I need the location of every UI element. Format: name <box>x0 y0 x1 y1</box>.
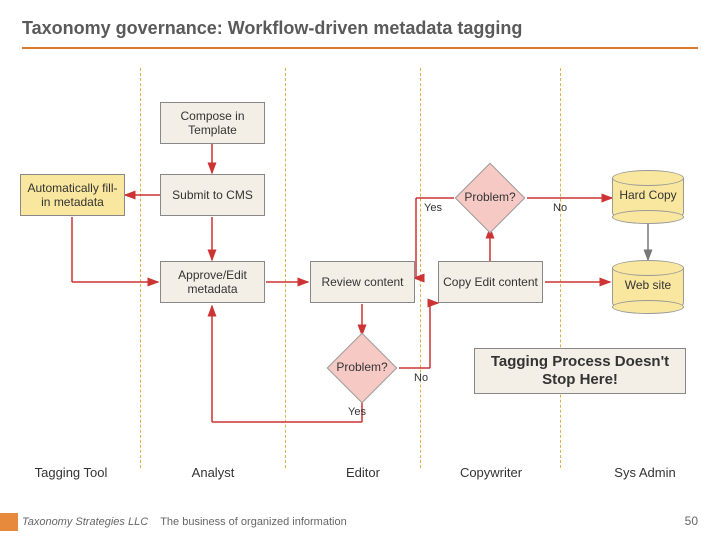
role-copywriter: Copywriter <box>436 465 546 480</box>
role-sysadmin: Sys Admin <box>590 465 700 480</box>
footer-company: Taxonomy Strategies LLC <box>22 516 148 528</box>
node-problem-bot: Problem? <box>326 338 398 398</box>
lane-divider <box>285 68 286 468</box>
edge-label-yes-bot: Yes <box>348 406 366 418</box>
website-label: Web site <box>612 278 684 292</box>
node-auto-fill: Automatically fill-in metadata <box>20 174 125 216</box>
page-title: Taxonomy governance: Workflow-driven met… <box>0 0 720 47</box>
page-number: 50 <box>685 514 698 528</box>
title-rule <box>22 47 698 49</box>
problem-top-label: Problem? <box>454 190 526 204</box>
role-tagging-tool: Tagging Tool <box>16 465 126 480</box>
lane-divider <box>420 68 421 468</box>
role-editor: Editor <box>308 465 418 480</box>
edge-label-no-top: No <box>553 202 567 214</box>
edge-label-no-bot: No <box>414 372 428 384</box>
node-website: Web site <box>612 258 684 312</box>
lane-divider <box>560 68 561 468</box>
hardcopy-label: Hard Copy <box>612 188 684 202</box>
diagram-canvas: Compose in Template Automatically fill-i… <box>0 50 720 540</box>
edge-label-yes-top: Yes <box>424 202 442 214</box>
footer-accent-icon <box>0 513 18 531</box>
callout-box: Tagging Process Doesn't Stop Here! <box>474 348 686 394</box>
node-submit: Submit to CMS <box>160 174 265 216</box>
lane-divider <box>140 68 141 468</box>
node-copyedit: Copy Edit content <box>438 261 543 303</box>
node-approve: Approve/Edit metadata <box>160 261 265 303</box>
role-analyst: Analyst <box>158 465 268 480</box>
node-problem-top: Problem? <box>454 168 526 228</box>
node-hardcopy: Hard Copy <box>612 168 684 222</box>
problem-bot-label: Problem? <box>326 360 398 374</box>
footer-tagline: The business of organized information <box>160 516 347 528</box>
footer: Taxonomy Strategies LLC The business of … <box>22 516 347 528</box>
node-review: Review content <box>310 261 415 303</box>
node-compose: Compose in Template <box>160 102 265 144</box>
